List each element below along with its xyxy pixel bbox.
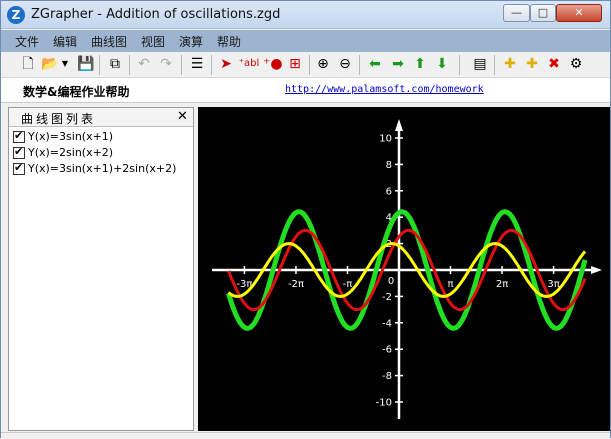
arrow-right-icon[interactable]: ➡	[389, 55, 407, 73]
toolbar-separator	[211, 55, 212, 75]
homework-link[interactable]: http://www.palamsoft.com/homework	[285, 84, 484, 95]
toolbar: 🗋 📂 ▼ 💾 ⧉ ↶ ↷ ☰ ➤ ⁺abl ⁺● ⊞ ⊕ ⊖ ⬅ ➡ ⬆ ⬇ …	[1, 52, 610, 78]
panel-close-icon[interactable]: ✕	[177, 109, 188, 124]
y-tick-label: 8	[386, 160, 392, 171]
panel-title: 曲线图列表	[21, 112, 97, 126]
curve-checkbox[interactable]	[13, 145, 25, 159]
info-bar: 数学&编程作业帮助 http://www.palamsoft.com/homew…	[1, 78, 610, 103]
toolbar-separator	[359, 55, 360, 75]
x-tick-label: -π	[343, 279, 353, 290]
window-title: ZGrapher - Addition of oscillations.zgd	[31, 7, 281, 22]
curve-label: Y(x)=3sin(x+1)+2sin(x+2)	[28, 162, 177, 175]
y-tick-label: -2	[382, 292, 392, 303]
point-icon[interactable]: ⁺●	[263, 55, 283, 73]
toolbar-separator	[459, 55, 460, 75]
curve-item[interactable]: Y(x)=2sin(x+2)	[13, 145, 114, 162]
delete-icon[interactable]: ✖	[545, 55, 563, 73]
zoom-out-icon[interactable]: ⊖	[336, 55, 354, 73]
pointer-icon[interactable]: ➤	[217, 55, 235, 73]
menu-view[interactable]: 视图	[141, 33, 165, 50]
menu-calculus[interactable]: 演算	[179, 33, 203, 50]
menu-help[interactable]: 帮助	[217, 33, 241, 50]
minimize-button[interactable]: —	[503, 4, 530, 22]
help-title: 数学&编程作业帮助	[23, 85, 130, 99]
y-tick-label: 10	[379, 134, 392, 145]
text-label-icon[interactable]: ⁺abl	[238, 55, 260, 73]
graph-canvas[interactable]: -3π -2π -π π 2π 3π 0 10 8 6 4 2 -2 -4 -6 -8 -10	[198, 107, 610, 431]
menu-file[interactable]: 文件	[15, 33, 39, 50]
y-tick-label: -10	[376, 398, 392, 409]
curve-label: Y(x)=3sin(x+1)	[28, 130, 114, 143]
toolbar-separator	[181, 55, 182, 75]
origin-label: 0	[388, 276, 394, 287]
toolbar-separator	[494, 55, 495, 75]
dropdown-arrow-icon[interactable]: ▼	[61, 55, 69, 73]
menu-bar: 文件 编辑 曲线图 视图 演算 帮助	[1, 30, 610, 52]
y-tick-label: -4	[382, 318, 392, 329]
zoom-in-icon[interactable]: ⊕	[314, 55, 332, 73]
y-axis-arrow	[395, 119, 403, 131]
save-icon[interactable]: 💾	[77, 55, 95, 73]
arrow-down-icon[interactable]: ⬇	[433, 55, 451, 73]
y-tick-label: -8	[382, 371, 392, 382]
curve-checkbox[interactable]	[13, 129, 25, 143]
open-folder-icon[interactable]: 📂	[41, 55, 59, 73]
y-tick-label: 6	[386, 186, 392, 197]
menu-graph[interactable]: 曲线图	[91, 33, 127, 50]
properties-icon[interactable]: ⚙	[567, 55, 585, 73]
maximize-button[interactable]: □	[530, 4, 556, 22]
redo-icon[interactable]: ↷	[157, 55, 175, 73]
x-tick-label: π	[448, 279, 454, 290]
plot-svg: -3π -2π -π π 2π 3π0108642-2-4-6-8-10	[212, 119, 602, 419]
add-curve-alt-icon[interactable]: ✚	[523, 55, 541, 73]
copy-icon[interactable]: ⧉	[106, 55, 124, 73]
y-tick-label: -6	[382, 345, 392, 356]
app-window: Z ZGrapher - Addition of oscillations.zg…	[0, 0, 611, 439]
toolbar-separator	[99, 55, 100, 75]
panel-header: 曲线图列表 ✕	[9, 108, 193, 127]
app-logo-icon: Z	[7, 6, 25, 24]
toolbar-separator	[309, 55, 310, 75]
x-axis-arrow	[591, 266, 602, 274]
table-icon[interactable]: ▤	[471, 55, 489, 73]
curve-list-panel: 曲线图列表 ✕ Y(x)=3sin(x+1) Y(x)=2sin(x+2) Y(…	[8, 107, 194, 431]
curve-label: Y(x)=2sin(x+2)	[28, 146, 114, 159]
title-bar[interactable]: Z ZGrapher - Addition of oscillations.zg…	[1, 1, 610, 29]
undo-icon[interactable]: ↶	[135, 55, 153, 73]
arrow-left-icon[interactable]: ⬅	[366, 55, 384, 73]
x-tick-label: -2π	[288, 279, 304, 290]
curve-checkbox[interactable]	[13, 161, 25, 175]
curve-item[interactable]: Y(x)=3sin(x+1)+2sin(x+2)	[13, 161, 177, 178]
x-tick-label: 2π	[496, 279, 508, 290]
zoom-area-icon[interactable]: ⊞	[286, 55, 304, 73]
toolbar-separator	[129, 55, 130, 75]
new-file-icon[interactable]: 🗋	[19, 55, 37, 73]
close-button[interactable]: ✕	[556, 4, 602, 22]
arrow-up-icon[interactable]: ⬆	[411, 55, 429, 73]
curve-item[interactable]: Y(x)=3sin(x+1)	[13, 129, 114, 146]
menu-edit[interactable]: 编辑	[53, 33, 77, 50]
add-curve-icon[interactable]: ✚	[501, 55, 519, 73]
list-icon[interactable]: ☰	[188, 55, 206, 73]
